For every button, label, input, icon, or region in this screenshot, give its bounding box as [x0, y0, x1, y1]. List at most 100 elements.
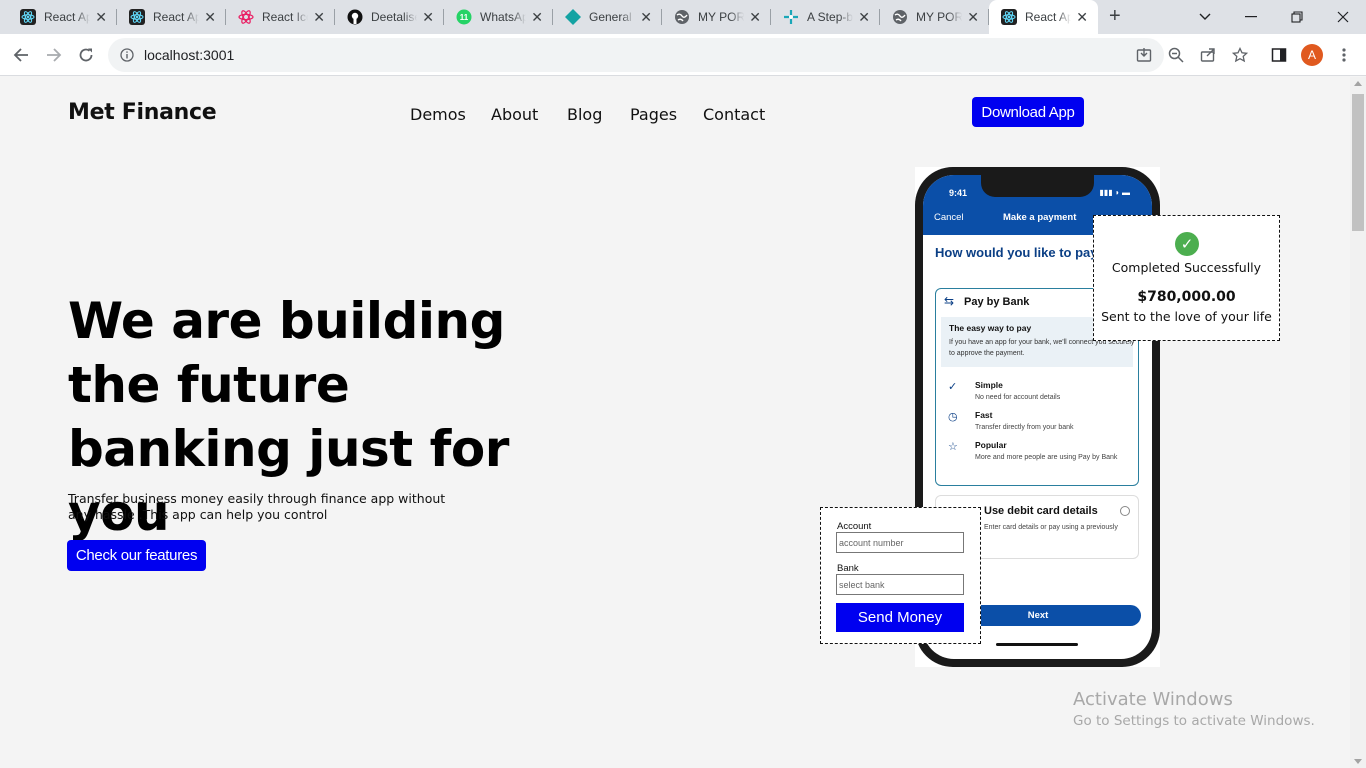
close-tab-icon[interactable]: ✕	[531, 10, 543, 24]
tab-strip: React App ✕ React App ✕ React Icons ✕ De…	[0, 0, 1366, 34]
side-panel-icon[interactable]	[1267, 43, 1291, 67]
nav-contact[interactable]: Contact	[703, 105, 765, 124]
phone-question: How would you like to pay?	[935, 245, 1106, 260]
globe-icon	[892, 9, 908, 25]
close-tab-icon[interactable]: ✕	[640, 10, 652, 24]
tab-title: React App	[44, 10, 90, 24]
bank-label: Bank	[837, 563, 859, 574]
watermark-line2: Go to Settings to activate Windows.	[1073, 713, 1315, 729]
install-app-icon[interactable]	[1132, 43, 1156, 67]
restore-icon[interactable]	[1274, 0, 1320, 34]
easy-way-title: The easy way to pay	[949, 323, 1032, 333]
close-tab-icon[interactable]: ✕	[204, 10, 216, 24]
svg-text:11: 11	[460, 13, 469, 22]
tab-react-app-active[interactable]: React App ✕	[989, 0, 1098, 34]
profile-avatar[interactable]: A	[1301, 44, 1323, 66]
feature-desc: More and more people are using Pay by Ba…	[975, 454, 1118, 461]
send-money-button[interactable]: Send Money	[836, 603, 964, 632]
nav-about[interactable]: About	[491, 105, 538, 124]
tab-title: React Icons	[262, 10, 308, 24]
bank-select-input[interactable]	[836, 574, 964, 595]
react-icon	[20, 9, 36, 25]
nav-blog[interactable]: Blog	[567, 105, 602, 124]
plus-icon	[783, 9, 799, 25]
tab-react-icons[interactable]: React Icons ✕	[226, 0, 335, 34]
account-number-input[interactable]	[836, 532, 964, 553]
signal-battery-icon: ▮▮▮ ◗ ▬	[1099, 188, 1130, 197]
tab-title: React App	[1025, 10, 1071, 24]
tab-title: MY PORTFOLIO	[698, 10, 744, 24]
phone-time: 9:41	[949, 188, 968, 198]
new-tab-plus-icon[interactable]: +	[1109, 6, 1121, 26]
debit-card-title: Use debit card details	[984, 505, 1098, 517]
site-brand[interactable]: Met Finance	[68, 100, 217, 125]
close-tab-icon[interactable]: ✕	[95, 10, 107, 24]
tab-react-app-2[interactable]: React App ✕	[117, 0, 226, 34]
tab-github[interactable]: Deetalise ✕	[335, 0, 444, 34]
radio-icon	[1120, 506, 1130, 516]
tab-react-app-1[interactable]: React App ✕	[8, 0, 117, 34]
nav-demos[interactable]: Demos	[410, 105, 466, 124]
tab-step-by-step[interactable]: A Step-by ✕	[771, 0, 880, 34]
close-tab-icon[interactable]: ✕	[749, 10, 761, 24]
react-icon	[129, 9, 145, 25]
tab-whatsapp[interactable]: 11 WhatsApp ✕	[444, 0, 553, 34]
feature-name: Popular	[975, 440, 1007, 450]
feature-desc: No need for account details	[975, 394, 1061, 401]
tab-search-chevron-icon[interactable]	[1182, 0, 1228, 34]
download-app-button[interactable]: Download App	[972, 97, 1084, 127]
page-scrollbar[interactable]	[1350, 77, 1366, 768]
forward-arrow-icon[interactable]	[42, 43, 66, 67]
close-tab-icon[interactable]: ✕	[1076, 10, 1088, 24]
tab-title: A Step-by	[807, 10, 853, 24]
bookmark-star-icon[interactable]	[1228, 43, 1252, 67]
tab-title: Deetalise	[371, 10, 417, 24]
close-tab-icon[interactable]: ✕	[967, 10, 979, 24]
scroll-down-arrow-icon[interactable]	[1354, 759, 1362, 764]
success-amount: $780,000.00	[1137, 289, 1236, 305]
close-window-icon[interactable]	[1320, 0, 1366, 34]
feature-name: Simple	[975, 380, 1003, 390]
close-tab-icon[interactable]: ✕	[858, 10, 870, 24]
scroll-up-arrow-icon[interactable]	[1354, 81, 1362, 86]
success-card: ✓ Completed Successfully $780,000.00 Sen…	[1093, 215, 1280, 341]
minimize-icon[interactable]	[1228, 0, 1274, 34]
close-tab-icon[interactable]: ✕	[422, 10, 434, 24]
zoom-icon[interactable]	[1164, 43, 1188, 67]
tab-title: WhatsApp	[480, 10, 526, 24]
send-money-form: Account Bank Send Money	[820, 507, 981, 644]
menu-kebab-icon[interactable]	[1332, 43, 1356, 67]
account-label: Account	[837, 521, 872, 532]
check-features-button[interactable]: Check our features	[67, 540, 206, 571]
tab-general[interactable]: General ✕	[553, 0, 662, 34]
browser-toolbar: localhost:3001 A	[0, 34, 1366, 76]
activate-windows-watermark: Activate Windows Go to Settings to activ…	[1073, 689, 1315, 729]
nav-pages[interactable]: Pages	[630, 105, 677, 124]
tab-title: General	[589, 10, 632, 24]
tab-title: React App	[153, 10, 199, 24]
tab-my-portfolio-2[interactable]: MY PORTFOLIO ✕	[880, 0, 989, 34]
scrollbar-thumb[interactable]	[1352, 94, 1364, 231]
phone-title: Make a payment	[1003, 212, 1077, 223]
phone-cancel: Cancel	[934, 212, 964, 223]
info-icon[interactable]	[120, 48, 134, 62]
check-circle-icon: ✓	[1175, 232, 1199, 256]
back-arrow-icon[interactable]	[9, 43, 33, 67]
feature-desc: Transfer directly from your bank	[975, 424, 1074, 431]
debit-card-sub: Enter card details or pay using a previo…	[984, 524, 1118, 531]
share-icon[interactable]	[1196, 43, 1220, 67]
address-bar[interactable]: localhost:3001	[108, 38, 1164, 72]
pay-by-bank-label: Pay by Bank	[964, 296, 1030, 308]
clock-icon: ◷	[948, 411, 958, 423]
github-icon	[347, 9, 363, 25]
page-viewport: Met Finance Demos About Blog Pages Conta…	[0, 77, 1350, 768]
reload-icon[interactable]	[74, 43, 98, 67]
tab-my-portfolio-1[interactable]: MY PORTFOLIO ✕	[662, 0, 771, 34]
watermark-line1: Activate Windows	[1073, 689, 1233, 710]
hero-subtitle: Transfer business money easily through f…	[68, 491, 446, 522]
close-tab-icon[interactable]: ✕	[313, 10, 325, 24]
success-status: Completed Successfully	[1111, 260, 1262, 275]
globe-icon	[674, 9, 690, 25]
star-icon: ☆	[948, 441, 958, 453]
diamond-icon	[565, 9, 581, 25]
